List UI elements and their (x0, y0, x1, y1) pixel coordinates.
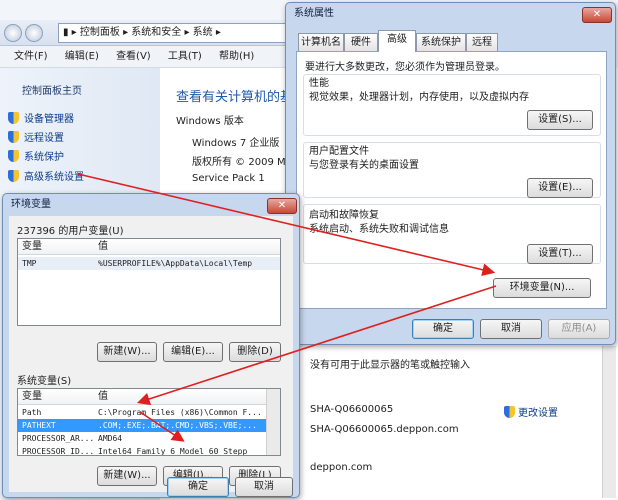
ok-button[interactable]: 确定 (167, 477, 229, 497)
copyright-text: 版权所有 © 2009 Mic (192, 157, 294, 168)
performance-desc: 视觉效果，处理器计划，内存使用，以及虚拟内存 (309, 92, 529, 103)
shield-icon (8, 112, 19, 124)
row-variable: TMP (22, 259, 37, 268)
user-edit-button[interactable]: 编辑(E)... (163, 342, 223, 362)
row-value: %USERPROFILE%\AppData\Local\Temp (98, 259, 253, 268)
user-delete-button[interactable]: 删除(D) (229, 342, 281, 362)
pen-touch-text: 没有可用于此显示器的笔或触控输入 (310, 360, 470, 371)
service-pack-text: Service Pack 1 (192, 173, 265, 184)
system-properties-dialog: 系统属性 ✕ 计算机名 硬件 高级 系统保护 远程 要进行大多数更改，您必须作为… (285, 2, 616, 345)
sidebar-item-label: 高级系统设置 (24, 172, 84, 183)
dialog-title: 环境变量 (11, 199, 51, 210)
admin-note: 要进行大多数更改，您必须作为管理员登录。 (305, 62, 505, 73)
row-value: C:\Program Files (x86)\Common F... (98, 408, 262, 417)
edition-text: Windows 7 企业版 (192, 138, 280, 149)
table-row-selected[interactable]: PATHEXT .COM;.EXE;.BAT;.CMD;.VBS;.VBE;..… (18, 419, 266, 432)
control-panel-home-link[interactable]: 控制面板主页 (22, 82, 82, 97)
system-variables-table[interactable]: 变量 值 Path C:\Program Files (x86)\Common … (17, 388, 281, 456)
user-variables-table[interactable]: 变量 值 TMP %USERPROFILE%\AppData\Local\Tem… (17, 238, 281, 326)
shield-icon (8, 170, 19, 182)
tab-computer-name[interactable]: 计算机名 (298, 33, 344, 51)
menu-edit[interactable]: 编辑(E) (65, 46, 99, 68)
back-button[interactable] (4, 24, 22, 42)
cancel-button[interactable]: 取消 (480, 319, 542, 339)
cancel-button[interactable]: 取消 (235, 477, 293, 497)
sidebar-item-label: 系统保护 (24, 152, 64, 163)
full-computer-name-text: SHA-Q06600065.deppon.com (310, 424, 459, 435)
close-button[interactable]: ✕ (267, 198, 297, 214)
row-variable: Path (22, 408, 42, 417)
startup-recovery-settings-button[interactable]: 设置(T)... (527, 244, 593, 264)
table-row[interactable]: Path C:\Program Files (x86)\Common F... (18, 406, 266, 419)
shield-icon (8, 150, 19, 162)
address-bar: ▮ ▸ 控制面板 ▸ 系统和安全 ▸ 系统 ▸ (0, 20, 300, 46)
sidebar-item-system-protection[interactable]: 系统保护 (8, 148, 64, 163)
breadcrumb-item[interactable]: 系统和安全 (131, 27, 181, 38)
table-row[interactable]: PROCESSOR_AR... AMD64 (18, 432, 266, 445)
row-variable: PROCESSOR_ID... (22, 447, 95, 456)
shield-icon (504, 406, 515, 418)
row-value: .COM;.EXE;.BAT;.CMD;.VBS;.VBE;... (98, 421, 257, 430)
breadcrumb-item[interactable]: 系统 (193, 27, 213, 38)
tab-remote[interactable]: 远程 (466, 33, 498, 51)
user-new-button[interactable]: 新建(W)... (97, 342, 157, 362)
forward-button[interactable] (25, 24, 43, 42)
tab-advanced[interactable]: 高级 (378, 30, 416, 52)
row-variable: PROCESSOR_AR... (22, 434, 95, 443)
environment-variables-dialog: 环境变量 ✕ 237396 的用户变量(U) 变量 值 TMP %USERPRO… (2, 193, 300, 498)
startup-recovery-desc: 系统启动、系统失败和调试信息 (309, 224, 449, 235)
menu-help[interactable]: 帮助(H) (219, 46, 254, 68)
menu-file[interactable]: 文件(F) (14, 46, 48, 68)
table-row[interactable]: TMP %USERPROFILE%\AppData\Local\Temp (18, 257, 280, 270)
startup-recovery-title: 启动和故障恢复 (309, 210, 379, 221)
menu-view[interactable]: 查看(V) (116, 46, 151, 68)
breadcrumb-item[interactable]: 控制面板 (80, 27, 120, 38)
row-variable: PATHEXT (22, 421, 56, 430)
breadcrumb-icon: ▮ ▸ (63, 27, 80, 38)
computer-name-text: SHA-Q06600065 (310, 404, 394, 415)
table-header: 变量 值 (18, 239, 280, 255)
col-value[interactable]: 值 (98, 239, 108, 254)
user-profiles-title: 用户配置文件 (309, 146, 369, 157)
shield-icon (8, 131, 19, 143)
change-settings-label: 更改设置 (518, 408, 558, 419)
sidebar-item-remote-settings[interactable]: 远程设置 (8, 129, 64, 144)
page-title: 查看有关计算机的基 (176, 90, 294, 105)
menu-bar: 文件(F) 编辑(E) 查看(V) 工具(T) 帮助(H) (0, 46, 300, 68)
tab-system-protection[interactable]: 系统保护 (416, 33, 466, 51)
system-table-scrollbar[interactable] (266, 389, 280, 455)
change-settings-link[interactable]: 更改设置 (504, 404, 558, 419)
performance-title: 性能 (309, 78, 329, 89)
user-profiles-desc: 与您登录有关的桌面设置 (309, 160, 419, 171)
dialog-title: 系统属性 (294, 8, 334, 19)
sidebar-item-advanced-settings[interactable]: 高级系统设置 (8, 168, 84, 183)
table-header: 变量 值 (18, 389, 266, 405)
windows-edition-label: Windows 版本 (176, 116, 244, 127)
domain-text: deppon.com (310, 462, 373, 473)
menu-tools[interactable]: 工具(T) (168, 46, 202, 68)
performance-settings-button[interactable]: 设置(S)... (527, 110, 593, 130)
col-variable[interactable]: 变量 (22, 239, 42, 254)
main-scrollbar[interactable] (602, 346, 616, 498)
sidebar-item-label: 设备管理器 (24, 114, 74, 125)
sidebar-item-label: 远程设置 (24, 133, 64, 144)
system-variables-label: 系统变量(S) (17, 376, 72, 387)
user-profiles-settings-button[interactable]: 设置(E)... (527, 178, 593, 198)
environment-variables-button[interactable]: 环境变量(N)... (493, 278, 591, 298)
close-button[interactable]: ✕ (582, 7, 612, 23)
apply-button[interactable]: 应用(A) (548, 319, 610, 339)
table-row[interactable]: PROCESSOR_ID... Intel64 Family 6 Model 6… (18, 445, 266, 456)
system-new-button[interactable]: 新建(W)... (97, 466, 157, 486)
col-value[interactable]: 值 (98, 389, 108, 404)
user-variables-label: 237396 的用户变量(U) (17, 226, 124, 237)
col-variable[interactable]: 变量 (22, 389, 42, 404)
tab-hardware[interactable]: 硬件 (344, 33, 378, 51)
env-client: 237396 的用户变量(U) 变量 值 TMP %USERPROFILE%\A… (9, 216, 293, 492)
ok-button[interactable]: 确定 (412, 319, 474, 339)
tab-panel-advanced: 要进行大多数更改，您必须作为管理员登录。 性能 视觉效果，处理器计划，内存使用，… (296, 51, 607, 309)
breadcrumb[interactable]: ▮ ▸ 控制面板 ▸ 系统和安全 ▸ 系统 ▸ (58, 23, 294, 43)
row-value: Intel64 Family 6 Model 60 Stepp (98, 447, 248, 456)
sidebar-item-device-manager[interactable]: 设备管理器 (8, 110, 74, 125)
row-value: AMD64 (98, 434, 123, 443)
